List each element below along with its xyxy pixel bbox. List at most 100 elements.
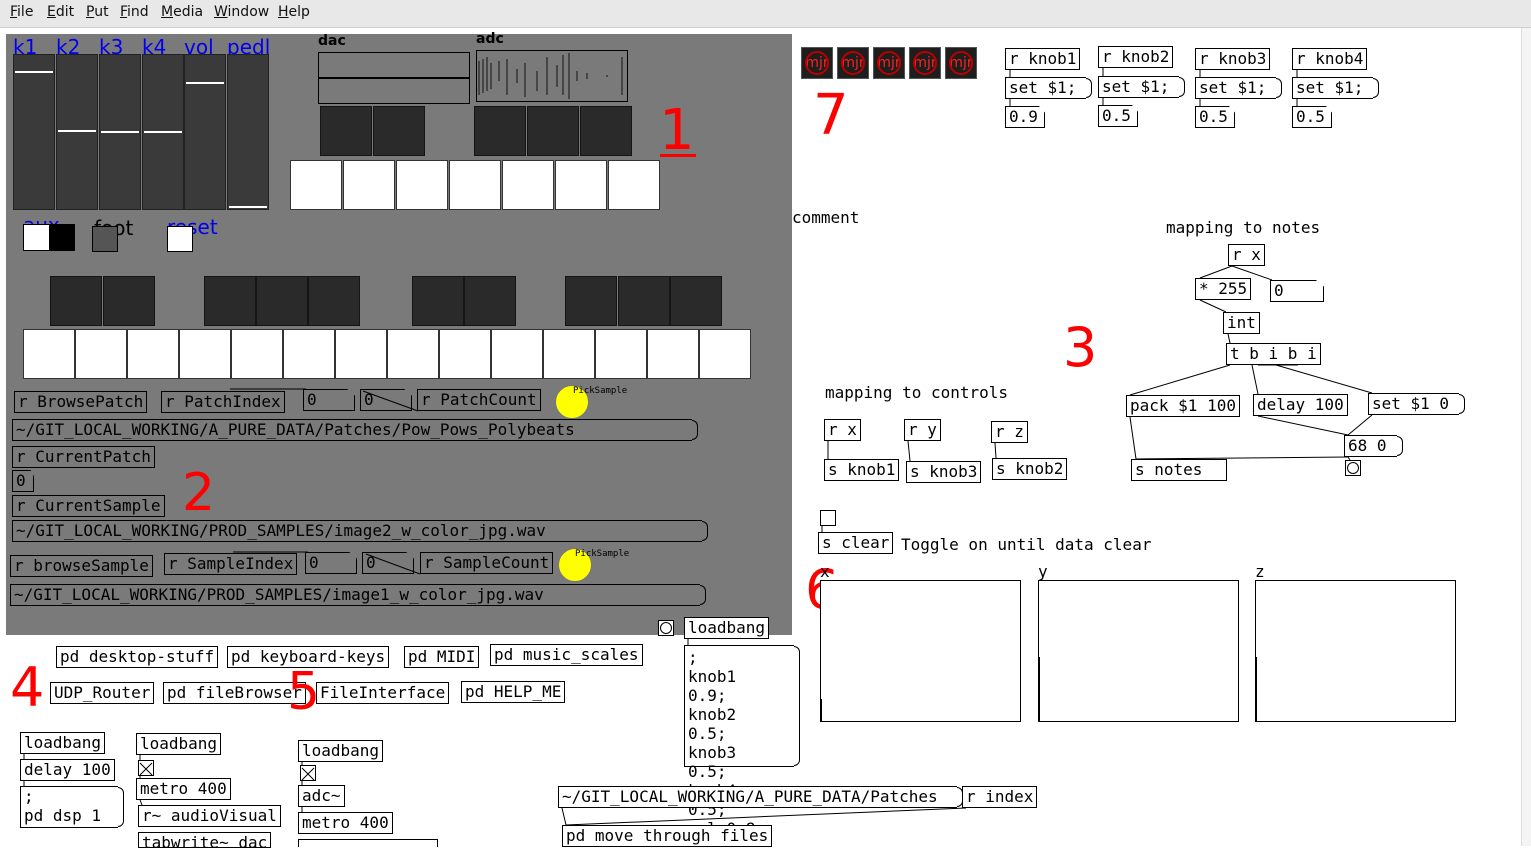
patch-index-object[interactable]: r PatchIndex [161, 391, 285, 413]
mjr-knob[interactable]: mjr [801, 47, 833, 79]
foot-toggle[interactable] [92, 226, 118, 252]
slider-handle[interactable] [229, 206, 267, 208]
slider-pedl[interactable] [227, 54, 269, 210]
pack-object[interactable]: pack $1 100 [1126, 395, 1240, 417]
metro-toggle[interactable] [138, 760, 154, 776]
send-notes[interactable]: s notes [1131, 459, 1227, 481]
sample-count-object[interactable]: r SampleCount [420, 552, 554, 574]
current-patch-number[interactable]: 0 [12, 470, 34, 492]
pad-white[interactable] [502, 160, 554, 210]
set-message[interactable]: set $1 0 [1368, 393, 1466, 415]
patch-number-box[interactable]: 0 [303, 389, 355, 411]
slider-vol[interactable] [184, 54, 226, 210]
slider-handle[interactable] [101, 131, 139, 133]
slider-handle[interactable] [144, 131, 182, 133]
knob3-number[interactable]: 0.5 [1195, 106, 1235, 128]
clear-toggle[interactable] [820, 510, 836, 526]
ry-receive[interactable]: r y [904, 419, 941, 441]
knob3-receive[interactable]: r knob3 [1195, 48, 1271, 70]
pad-white[interactable] [290, 160, 342, 210]
white-key[interactable] [439, 329, 491, 379]
white-key[interactable] [23, 329, 75, 379]
patch-number-box[interactable]: 0 [360, 389, 412, 411]
pad-white[interactable] [555, 160, 607, 210]
mjr-knob[interactable]: mjr [837, 47, 869, 79]
slider-k2[interactable] [56, 54, 98, 210]
sample-number-box[interactable]: 0 [305, 552, 357, 574]
subpatch-fileinterface[interactable]: FileInterface [316, 682, 450, 704]
reset-bang[interactable] [167, 226, 193, 252]
knob4-number[interactable]: 0.5 [1292, 106, 1332, 128]
subpatch-filebrowser[interactable]: pd fileBrowser [163, 682, 306, 704]
menu-media[interactable]: Media [161, 4, 203, 20]
knob2-set-message[interactable]: set $1; [1098, 76, 1186, 98]
aux-toggle[interactable] [23, 224, 75, 251]
metro-object[interactable]: metro 400 [298, 812, 393, 834]
pad-dark[interactable] [373, 106, 425, 156]
current-sample-object[interactable]: r CurrentSample [12, 495, 165, 517]
knob4-set-message[interactable]: set $1; [1292, 77, 1380, 99]
white-key[interactable] [231, 329, 283, 379]
multiply-object[interactable]: * 255 [1195, 278, 1252, 300]
menu-file[interactable]: File [10, 4, 33, 20]
pad-white[interactable] [608, 160, 660, 210]
subpatch-udp[interactable]: UDP_Router [50, 682, 155, 704]
mjr-knob[interactable]: mjr [909, 47, 941, 79]
black-key[interactable] [103, 276, 155, 326]
loadbang-bang[interactable] [658, 620, 674, 636]
rz-receive[interactable]: r z [991, 421, 1028, 443]
move-through-files[interactable]: pd move through files [562, 825, 773, 847]
sample-number-box[interactable]: 0 [362, 552, 414, 574]
send-knob1[interactable]: s knob1 [824, 459, 900, 481]
r-index-object[interactable]: r index [962, 786, 1038, 808]
patches-path-symbol[interactable]: ~/GIT_LOCAL_WORKING/A_PURE_DATA/Patches [558, 786, 963, 808]
mjr-knob[interactable]: mjr [873, 47, 905, 79]
pad-dark[interactable] [527, 106, 579, 156]
slider-k3[interactable] [99, 54, 141, 210]
knob3-set-message[interactable]: set $1; [1195, 77, 1283, 99]
white-key[interactable] [387, 329, 439, 379]
pad-white[interactable] [343, 160, 395, 210]
rx-receive[interactable]: r x [824, 419, 861, 441]
vertical-scrollbar[interactable] [1521, 28, 1531, 846]
adc-object[interactable]: adc~ [298, 785, 345, 807]
white-key[interactable] [543, 329, 595, 379]
knob1-set-message[interactable]: set $1; [1005, 77, 1093, 99]
menu-edit[interactable]: Edit [47, 4, 74, 20]
metro-object[interactable]: metro 400 [136, 778, 231, 800]
dsp-message[interactable]: ; pd dsp 1 [20, 786, 124, 828]
browse-patch-object[interactable]: r BrowsePatch [14, 391, 148, 413]
white-key[interactable] [335, 329, 387, 379]
subpatch-scales[interactable]: pd music_scales [490, 644, 643, 666]
notes-number[interactable]: 0 [1270, 280, 1324, 302]
notes-bang[interactable] [1345, 460, 1361, 476]
slider-handle[interactable] [186, 82, 224, 84]
loadbang-object[interactable]: loadbang [684, 617, 770, 639]
int-object[interactable]: int [1223, 312, 1260, 334]
black-key[interactable] [565, 276, 617, 326]
black-key[interactable] [308, 276, 360, 326]
white-key[interactable] [647, 329, 699, 379]
send-knob3[interactable]: s knob3 [906, 461, 982, 483]
knob1-number[interactable]: 0.9 [1005, 106, 1045, 128]
menu-help[interactable]: Help [278, 4, 310, 20]
audiovisual-receive[interactable]: r~ audioVisual [138, 805, 281, 827]
pad-white[interactable] [396, 160, 448, 210]
current-patch-object[interactable]: r CurrentPatch [12, 446, 155, 468]
white-key[interactable] [491, 329, 543, 379]
menu-find[interactable]: Find [120, 4, 149, 20]
subpatch-midi[interactable]: pd MIDI [404, 646, 480, 668]
black-key[interactable] [464, 276, 516, 326]
menu-put[interactable]: Put [86, 4, 109, 20]
black-key[interactable] [256, 276, 308, 326]
white-key[interactable] [127, 329, 179, 379]
loadbang-object[interactable]: loadbang [20, 732, 106, 754]
sample2-path-symbol[interactable]: ~/GIT_LOCAL_WORKING/PROD_SAMPLES/image2_… [12, 520, 708, 542]
rx-receive[interactable]: r x [1228, 244, 1265, 266]
slider-handle[interactable] [15, 71, 53, 73]
pad-dark[interactable] [320, 106, 372, 156]
loadbang-object[interactable]: loadbang [298, 740, 384, 762]
black-key[interactable] [204, 276, 256, 326]
patch-path-symbol[interactable]: ~/GIT_LOCAL_WORKING/A_PURE_DATA/Patches/… [12, 419, 698, 441]
menu-window[interactable]: Window [214, 4, 269, 20]
